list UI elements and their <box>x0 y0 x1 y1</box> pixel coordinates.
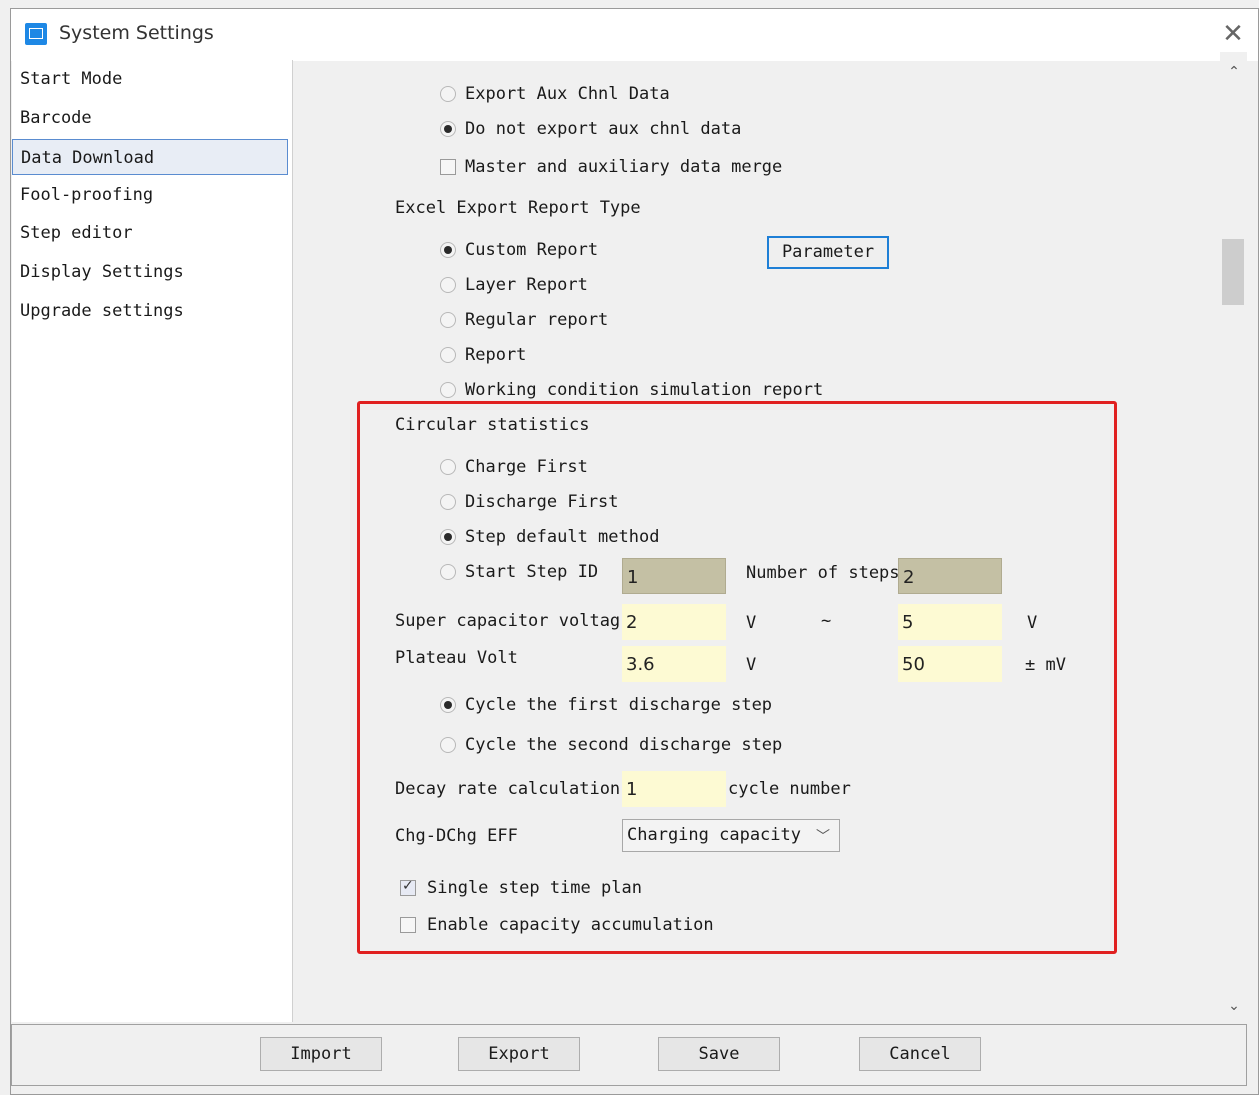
sidebar-item-display-settings[interactable]: Display Settings <box>12 254 288 290</box>
title-bar: System Settings ✕ <box>11 9 1258 61</box>
merge-checkbox[interactable] <box>440 159 456 175</box>
merge-label: Master and auxiliary data merge <box>465 157 783 177</box>
window-title: System Settings <box>59 22 214 44</box>
sidebar-item-data-download[interactable]: Data Download <box>12 139 288 175</box>
radio-report[interactable] <box>440 347 456 363</box>
sidebar: Start Mode Barcode Data Download Fool-pr… <box>12 60 293 1022</box>
parameter-button[interactable]: Parameter <box>767 236 889 269</box>
radio-regular-report[interactable] <box>440 312 456 328</box>
close-icon[interactable]: ✕ <box>1218 19 1248 49</box>
save-button[interactable]: Save <box>658 1037 780 1071</box>
sidebar-item-barcode[interactable]: Barcode <box>12 100 288 136</box>
import-button[interactable]: Import <box>260 1037 382 1071</box>
custom-report-label: Custom Report <box>465 240 599 260</box>
vertical-scrollbar[interactable] <box>1220 52 1247 1014</box>
sidebar-item-step-editor[interactable]: Step editor <box>12 215 288 251</box>
scroll-down-icon[interactable]: ⌄ <box>1224 998 1244 1018</box>
scroll-up-icon[interactable]: ⌃ <box>1224 64 1244 84</box>
radio-no-export-aux[interactable] <box>440 121 456 137</box>
radio-custom-report[interactable] <box>440 242 456 258</box>
working-condition-report-label: Working condition simulation report <box>465 380 824 400</box>
radio-working-condition-report[interactable] <box>440 382 456 398</box>
cancel-button[interactable]: Cancel <box>859 1037 981 1071</box>
sidebar-item-upgrade-settings[interactable]: Upgrade settings <box>12 293 288 329</box>
radio-layer-report[interactable] <box>440 277 456 293</box>
no-export-aux-label: Do not export aux chnl data <box>465 119 742 139</box>
highlight-box <box>357 401 1117 954</box>
layer-report-label: Layer Report <box>465 275 588 295</box>
export-aux-label: Export Aux Chnl Data <box>465 84 670 104</box>
regular-report-label: Regular report <box>465 310 609 330</box>
radio-export-aux[interactable] <box>440 86 456 102</box>
sidebar-item-start-mode[interactable]: Start Mode <box>12 61 288 97</box>
footer-bar <box>11 1024 1247 1086</box>
sidebar-item-fool-proofing[interactable]: Fool-proofing <box>12 177 288 213</box>
excel-report-heading: Excel Export Report Type <box>395 198 641 218</box>
report-label: Report <box>465 345 527 365</box>
app-icon <box>25 23 47 45</box>
export-button[interactable]: Export <box>458 1037 580 1071</box>
scrollbar-thumb[interactable] <box>1222 239 1244 305</box>
